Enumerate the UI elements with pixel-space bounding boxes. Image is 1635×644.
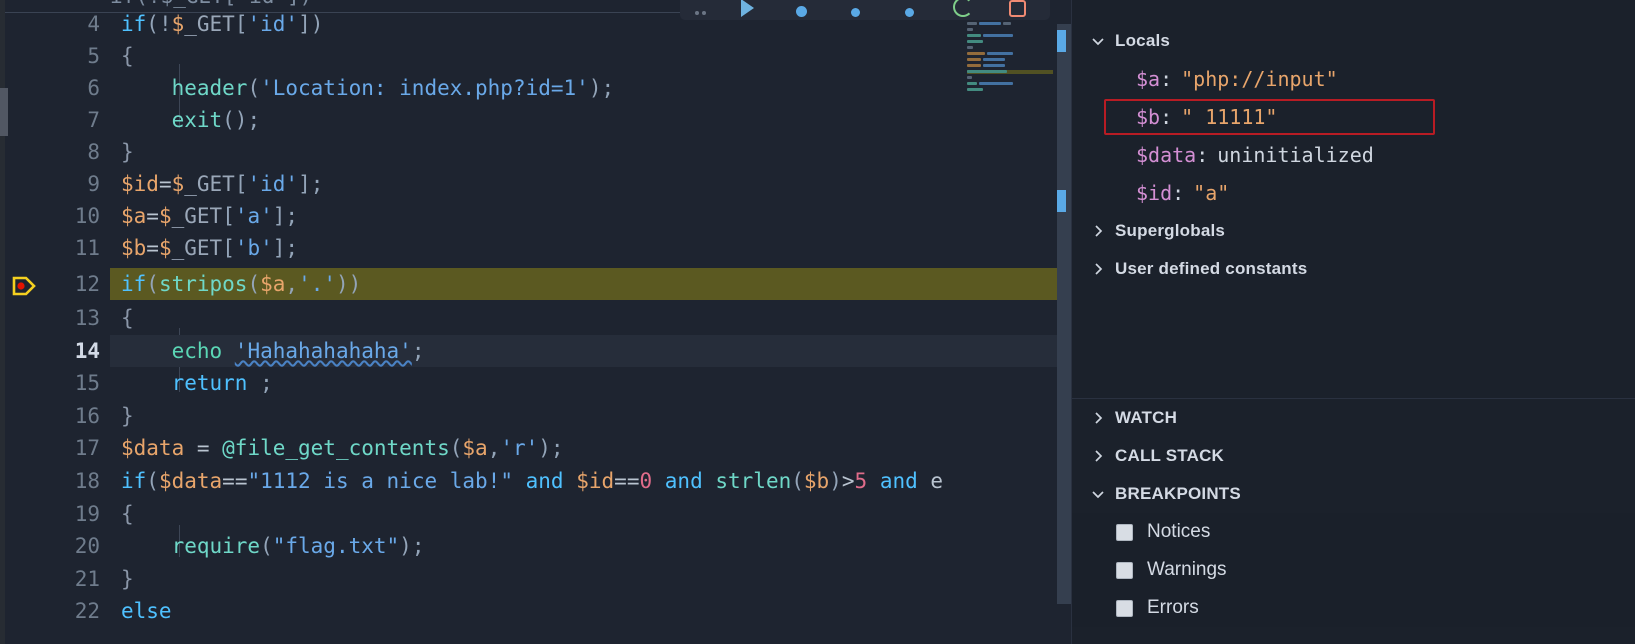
panel-label: WATCH bbox=[1115, 408, 1178, 427]
variable-row-a[interactable]: $a: "php://input" bbox=[1072, 60, 1635, 98]
code-line-22[interactable]: else bbox=[110, 595, 1057, 627]
line-number-5: 5 bbox=[87, 44, 100, 68]
variable-name: $id bbox=[1136, 181, 1173, 205]
line-number-14: 14 bbox=[74, 339, 100, 363]
line-number-19: 19 bbox=[74, 502, 100, 526]
code-line-14[interactable]: echo 'Hahahahahaha'; bbox=[110, 335, 1057, 367]
editor-gutter[interactable]: 4 5 6 7 8 9 10 11 12 13 14 15 16 17 18 19 20 21 22 bbox=[0, 0, 110, 644]
code-line-19[interactable]: { bbox=[110, 498, 1057, 530]
line-number-9: 9 bbox=[87, 172, 100, 196]
gutter-scroll-decoration bbox=[0, 88, 8, 136]
line-number-20: 20 bbox=[74, 534, 100, 558]
overview-mark-breakpoint bbox=[1057, 30, 1066, 52]
line-number-17: 17 bbox=[74, 436, 100, 460]
variable-value: uninitialized bbox=[1217, 143, 1374, 167]
editor-vertical-scrollbar[interactable] bbox=[1057, 0, 1071, 644]
variables-scope-user-defined-constants[interactable]: User defined constants bbox=[1072, 250, 1635, 288]
checkbox-icon[interactable] bbox=[1116, 599, 1133, 617]
vscode-debug-window: if(!$_GET['id']) bbox=[0, 0, 1635, 644]
scrollbar-thumb[interactable] bbox=[1057, 24, 1071, 604]
code-line-21[interactable]: } bbox=[110, 563, 1057, 595]
line-number-8: 8 bbox=[87, 140, 100, 164]
code-line-4[interactable]: if(!$_GET['id']) bbox=[110, 8, 1057, 40]
variable-value: "php://input" bbox=[1181, 67, 1338, 91]
chevron-down-icon bbox=[1090, 33, 1106, 49]
variables-scope-superglobals[interactable]: Superglobals bbox=[1072, 212, 1635, 250]
checkbox-icon[interactable] bbox=[1116, 561, 1133, 579]
chevron-down-icon bbox=[1090, 486, 1106, 502]
variables-panel-spacer bbox=[1072, 0, 1635, 22]
overview-mark-cursor bbox=[1057, 190, 1066, 212]
variable-row-id[interactable]: $id: "a" bbox=[1072, 174, 1635, 212]
code-line-17[interactable]: $data = @file_get_contents($a,'r'); bbox=[110, 432, 1057, 464]
line-number-21: 21 bbox=[74, 567, 100, 591]
checkbox-icon[interactable] bbox=[1116, 523, 1133, 541]
line-number-22: 22 bbox=[74, 599, 100, 623]
code-line-12[interactable]: if(stripos($a,'.')) bbox=[110, 268, 1057, 300]
variable-row-b[interactable]: $b: " 11111" bbox=[1072, 98, 1635, 136]
code-line-9[interactable]: $id=$_GET['id']; bbox=[110, 168, 1057, 200]
variable-row-data[interactable]: $data: uninitialized bbox=[1072, 136, 1635, 174]
code-line-8[interactable]: } bbox=[110, 136, 1057, 168]
code-line-5[interactable]: { bbox=[110, 40, 1057, 72]
breakpoint-item-errors[interactable]: Errors bbox=[1072, 589, 1635, 627]
code-line-13[interactable]: { bbox=[110, 302, 1057, 334]
breakpoints-list: Notices Warnings Errors bbox=[1072, 513, 1635, 627]
variables-scope-label: Locals bbox=[1115, 31, 1171, 50]
variable-name: $data bbox=[1136, 143, 1197, 167]
code-line-18[interactable]: if($data=="1112 is a nice lab!" and $id=… bbox=[110, 465, 1057, 497]
chevron-right-icon bbox=[1090, 448, 1106, 464]
variables-scope-locals[interactable]: Locals bbox=[1072, 22, 1635, 60]
code-line-16[interactable]: } bbox=[110, 400, 1057, 432]
code-line-20[interactable]: require("flag.txt"); bbox=[110, 530, 1057, 562]
variables-scope-label: User defined constants bbox=[1115, 259, 1308, 278]
line-number-15: 15 bbox=[74, 371, 100, 395]
line-number-7: 7 bbox=[87, 108, 100, 132]
line-number-12: 12 bbox=[74, 272, 100, 296]
line-number-4: 4 bbox=[87, 12, 100, 36]
debug-sidebar: Locals $a: "php://input" $b: " 11111" $dat… bbox=[1071, 0, 1635, 644]
code-line-15[interactable]: return ; bbox=[110, 367, 1057, 399]
variable-separator: : bbox=[1196, 143, 1209, 167]
code-line-11[interactable]: $b=$_GET['b']; bbox=[110, 232, 1057, 264]
variable-separator: : bbox=[1172, 181, 1185, 205]
line-number-10: 10 bbox=[74, 204, 100, 228]
variable-name: $b bbox=[1136, 105, 1161, 129]
breakpoint-item-notices[interactable]: Notices bbox=[1072, 513, 1635, 551]
variables-scope-label: Superglobals bbox=[1115, 221, 1226, 240]
panel-label: CALL STACK bbox=[1115, 446, 1225, 465]
variable-name: $a bbox=[1136, 67, 1161, 91]
variables-panel: Locals $a: "php://input" $b: " 11111" $dat… bbox=[1072, 0, 1635, 398]
code-line-7[interactable]: exit(); bbox=[110, 104, 1057, 136]
variable-value: "a" bbox=[1193, 181, 1230, 205]
line-number-13: 13 bbox=[74, 306, 100, 330]
variable-separator: : bbox=[1160, 105, 1173, 129]
chevron-right-icon bbox=[1090, 410, 1106, 426]
breakpoint-item-warnings[interactable]: Warnings bbox=[1072, 551, 1635, 589]
panel-header-watch[interactable]: WATCH bbox=[1072, 399, 1635, 437]
panel-header-call-stack[interactable]: CALL STACK bbox=[1072, 437, 1635, 475]
code-line-6[interactable]: header('Location: index.php?id=1'); bbox=[110, 72, 1057, 104]
chevron-right-icon bbox=[1090, 261, 1106, 277]
panel-label: BREAKPOINTS bbox=[1115, 484, 1241, 503]
line-number-16: 16 bbox=[74, 404, 100, 428]
breakpoint-label: Warnings bbox=[1147, 559, 1227, 580]
breakpoint-label: Errors bbox=[1147, 597, 1199, 618]
variable-separator: : bbox=[1160, 67, 1173, 91]
line-number-11: 11 bbox=[74, 236, 100, 260]
code-content[interactable]: if(!$_GET['id']) { header('Location: ind… bbox=[110, 0, 1057, 644]
variable-value: " 11111" bbox=[1181, 105, 1278, 129]
code-editor-pane[interactable]: if(!$_GET['id']) bbox=[0, 0, 1071, 644]
breakpoint-label: Notices bbox=[1147, 521, 1211, 542]
line-number-6: 6 bbox=[87, 76, 100, 100]
line-number-18: 18 bbox=[74, 469, 100, 493]
code-line-10[interactable]: $a=$_GET['a']; bbox=[110, 200, 1057, 232]
panel-header-breakpoints[interactable]: BREAKPOINTS bbox=[1072, 475, 1635, 513]
chevron-right-icon bbox=[1090, 223, 1106, 239]
